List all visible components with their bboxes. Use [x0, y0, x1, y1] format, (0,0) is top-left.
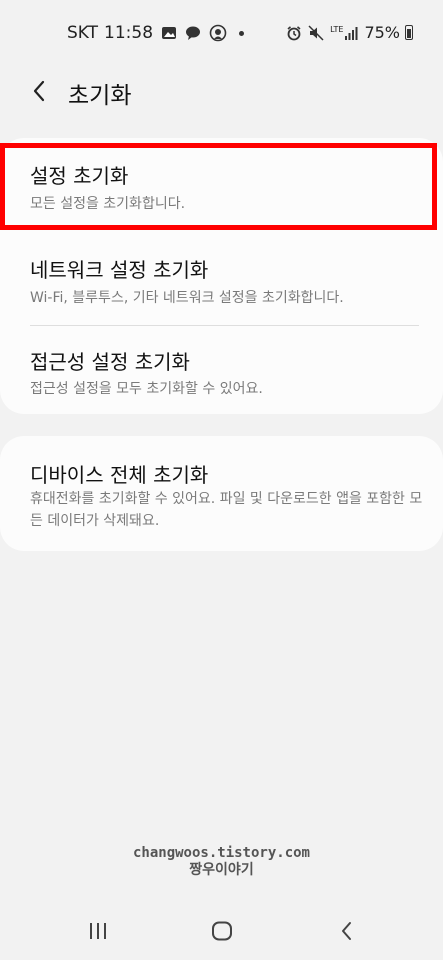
- factory-reset-card: 디바이스 전체 초기화 휴대전화를 초기화할 수 있어요. 파일 및 다운로드한…: [0, 436, 443, 551]
- location-icon: [209, 24, 227, 42]
- home-button[interactable]: [202, 914, 242, 948]
- back-button[interactable]: [22, 74, 56, 108]
- home-icon: [212, 921, 232, 941]
- network-reset-item[interactable]: 네트워크 설정 초기화 Wi-Fi, 블루투스, 기타 네트워크 설정을 초기화…: [0, 232, 443, 324]
- network-reset-description: Wi-Fi, 블루투스, 기타 네트워크 설정을 초기화합니다.: [30, 290, 344, 306]
- network-reset-title: 네트워크 설정 초기화: [30, 258, 209, 282]
- battery-percent: 75%: [364, 23, 400, 42]
- accessibility-reset-item[interactable]: 접근성 설정 초기화 접근성 설정을 모두 초기화할 수 있어요.: [0, 326, 443, 414]
- signal-icon: [345, 26, 358, 40]
- status-left: SKT 11:58: [67, 23, 245, 43]
- watermark-url: changwoos.tistory.com: [132, 845, 310, 861]
- status-bar: SKT 11:58 LTE 75%: [0, 0, 443, 64]
- status-right: LTE 75%: [280, 23, 413, 42]
- factory-reset-title: 디바이스 전체 초기화: [30, 463, 209, 487]
- reset-settings-item[interactable]: 설정 초기화 모든 설정을 초기화합니다.: [0, 138, 443, 232]
- gallery-icon: [162, 27, 177, 39]
- recent-apps-icon: [90, 923, 106, 939]
- talk-icon: [186, 26, 201, 40]
- mute-icon: [308, 24, 324, 41]
- watermark: changwoos.tistory.com 짱우이야기: [0, 845, 443, 879]
- factory-reset-description: 휴대전화를 초기화할 수 있어요. 파일 및 다운로드한 앱을 포함한 모든 데…: [30, 491, 423, 529]
- factory-reset-item[interactable]: 디바이스 전체 초기화 휴대전화를 초기화할 수 있어요. 파일 및 다운로드한…: [0, 436, 443, 551]
- carrier-label: SKT: [67, 23, 99, 43]
- network-type: LTE: [330, 24, 344, 34]
- chevron-left-icon: [33, 80, 45, 102]
- battery-icon: [405, 25, 413, 40]
- back-nav-button[interactable]: [326, 914, 366, 948]
- accessibility-reset-description: 접근성 설정을 모두 초기화할 수 있어요.: [30, 381, 263, 397]
- clock: 11:58: [104, 23, 154, 43]
- alarm-icon: [287, 25, 301, 40]
- watermark-blog-name: 짱우이야기: [189, 862, 254, 878]
- recent-apps-button[interactable]: [78, 914, 118, 948]
- app-header: 초기화: [0, 64, 443, 118]
- back-icon: [342, 922, 351, 940]
- navigation-bar: [0, 906, 443, 960]
- notification-dot: [239, 30, 245, 36]
- accessibility-reset-title: 접근성 설정 초기화: [30, 350, 190, 374]
- reset-options-card: 설정 초기화 모든 설정을 초기화합니다. 네트워크 설정 초기화 Wi-Fi,…: [0, 138, 443, 414]
- page-title: 초기화: [68, 83, 132, 109]
- reset-settings-title: 설정 초기화: [30, 164, 129, 188]
- reset-settings-description: 모든 설정을 초기화합니다.: [30, 196, 186, 212]
